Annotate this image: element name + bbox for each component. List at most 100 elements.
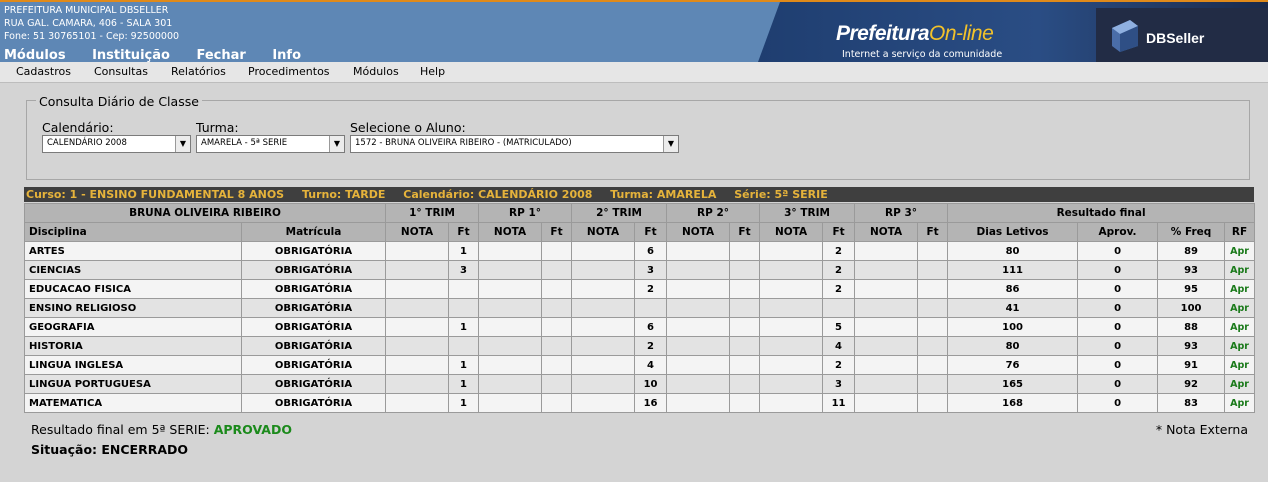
ft-cell: 6 — [634, 317, 668, 337]
disciplina-cell: MATEMATICA — [24, 393, 242, 413]
ft-cell — [541, 279, 573, 299]
brand-banner: PrefeituraOn-line Internet a serviço da … — [758, 2, 1268, 62]
nota-cell — [571, 241, 636, 261]
aluno-select[interactable]: 1572 - BRUNA OLIVEIRA RIBEIRO - (MATRICU… — [350, 135, 679, 153]
ft-cell — [729, 393, 761, 413]
col-ft: Ft — [822, 222, 856, 242]
col-nota: NOTA — [854, 222, 919, 242]
ft-cell: 6 — [634, 241, 668, 261]
menu-modulos[interactable]: Módulos — [353, 65, 399, 78]
dias-letivos-cell: 168 — [947, 393, 1079, 413]
nota-cell — [854, 241, 919, 261]
freq-cell: 88 — [1157, 317, 1226, 337]
ft-cell: 5 — [822, 317, 856, 337]
top-menu-info[interactable]: Info — [272, 48, 301, 63]
nota-cell — [571, 317, 636, 337]
col-dias-letivos: Dias Letivos — [947, 222, 1079, 242]
turma-select[interactable]: AMARELA - 5ª SERIE ▼ — [196, 135, 345, 153]
nota-cell — [478, 317, 543, 337]
table-row: LINGUA INGLESA OBRIGATÓRIA 1 4 2 76 0 91 Apr — [24, 355, 1256, 375]
dias-letivos-cell: 80 — [947, 241, 1079, 261]
org-phone: Fone: 51 30765101 - Cep: 92500000 — [4, 31, 180, 42]
dias-letivos-cell: 80 — [947, 336, 1079, 356]
matricula-cell: OBRIGATÓRIA — [241, 241, 386, 261]
ft-cell: 1 — [447, 241, 480, 261]
table-row: MATEMATICA OBRIGATÓRIA 1 16 11 168 0 83 Apr — [24, 393, 1256, 413]
dias-letivos-cell: 76 — [947, 355, 1079, 375]
nota-cell — [759, 355, 824, 375]
rf-cell: Apr — [1224, 298, 1256, 318]
ft-cell: 2 — [822, 260, 856, 280]
nota-cell — [759, 279, 824, 299]
matricula-cell: OBRIGATÓRIA — [241, 336, 386, 356]
top-menu-modulos[interactable]: Módulos — [4, 48, 66, 63]
top-menu-instituicao[interactable]: Instituição — [92, 48, 170, 63]
aprov-cell: 0 — [1077, 393, 1159, 413]
menu-consultas[interactable]: Consultas — [94, 65, 148, 78]
ft-cell — [541, 336, 573, 356]
disciplina-cell: GEOGRAFIA — [24, 317, 242, 337]
matricula-cell: OBRIGATÓRIA — [241, 279, 386, 299]
menu-relatorios[interactable]: Relatórios — [171, 65, 226, 78]
period-header: 3° TRIM — [759, 203, 856, 223]
period-header: 2° TRIM — [571, 203, 668, 223]
menu-procedimentos[interactable]: Procedimentos — [248, 65, 330, 78]
top-menu-fechar[interactable]: Fechar — [196, 48, 245, 63]
col-aprov: Aprov. — [1077, 222, 1159, 242]
col-freq: % Freq — [1157, 222, 1226, 242]
matricula-cell: OBRIGATÓRIA — [241, 393, 386, 413]
nota-cell — [571, 298, 636, 318]
aprov-cell: 0 — [1077, 298, 1159, 318]
ft-cell: 2 — [822, 279, 856, 299]
ft-cell — [634, 298, 668, 318]
disciplina-cell: ARTES — [24, 241, 242, 261]
table-row: LINGUA PORTUGUESA OBRIGATÓRIA 1 10 3 165 0 92 Ap… — [24, 374, 1256, 394]
dbseller-logo: DBSeller — [1096, 8, 1268, 62]
aprov-cell: 0 — [1077, 317, 1159, 337]
rf-cell: Apr — [1224, 374, 1256, 394]
nota-cell — [666, 317, 731, 337]
ft-cell — [541, 317, 573, 337]
nota-cell — [571, 279, 636, 299]
col-ft: Ft — [634, 222, 668, 242]
col-ft: Ft — [541, 222, 573, 242]
freq-cell: 100 — [1157, 298, 1226, 318]
curso-info: Curso: 1 - ENSINO FUNDAMENTAL 8 ANOS — [26, 188, 285, 201]
col-nota: NOTA — [478, 222, 543, 242]
ft-cell — [917, 336, 949, 356]
ft-cell — [541, 374, 573, 394]
ft-cell: 2 — [822, 355, 856, 375]
period-header: 1° TRIM — [384, 203, 480, 223]
ft-cell — [917, 317, 949, 337]
final-result-label: Resultado final em 5ª SERIE: — [31, 422, 210, 437]
dbseller-cube-icon — [1112, 20, 1138, 52]
summary-panel: Resultado final em 5ª SERIE: APROVADO * … — [24, 415, 1254, 461]
final-result-header: Resultado final — [947, 203, 1256, 223]
ft-cell — [822, 298, 856, 318]
course-info-bar: Curso: 1 - ENSINO FUNDAMENTAL 8 ANOS Tur… — [24, 187, 1254, 202]
freq-cell: 91 — [1157, 355, 1226, 375]
nota-cell — [759, 374, 824, 394]
col-ft: Ft — [447, 222, 480, 242]
chevron-down-icon[interactable]: ▼ — [175, 136, 190, 152]
nota-cell — [854, 374, 919, 394]
col-ft: Ft — [917, 222, 949, 242]
nota-cell — [666, 374, 731, 394]
prefeitura-online-logo: PrefeituraOn-line — [836, 22, 994, 45]
menu-help[interactable]: Help — [420, 65, 445, 78]
nota-cell — [571, 374, 636, 394]
menu-cadastros[interactable]: Cadastros — [16, 65, 71, 78]
nota-cell — [385, 355, 449, 375]
organization-info: PREFEITURA MUNICIPAL DBSELLER RUA GAL. C… — [4, 4, 179, 43]
calendario-select[interactable]: CALENDÁRIO 2008 ▼ — [42, 135, 191, 153]
nota-cell — [571, 336, 636, 356]
freq-cell: 95 — [1157, 279, 1226, 299]
nota-cell — [666, 355, 731, 375]
chevron-down-icon[interactable]: ▼ — [663, 136, 678, 152]
nota-cell — [385, 393, 449, 413]
chevron-down-icon[interactable]: ▼ — [329, 136, 344, 152]
aprov-cell: 0 — [1077, 355, 1159, 375]
nota-cell — [759, 241, 824, 261]
calendario-label: Calendário: — [42, 120, 114, 135]
nota-cell — [571, 355, 636, 375]
